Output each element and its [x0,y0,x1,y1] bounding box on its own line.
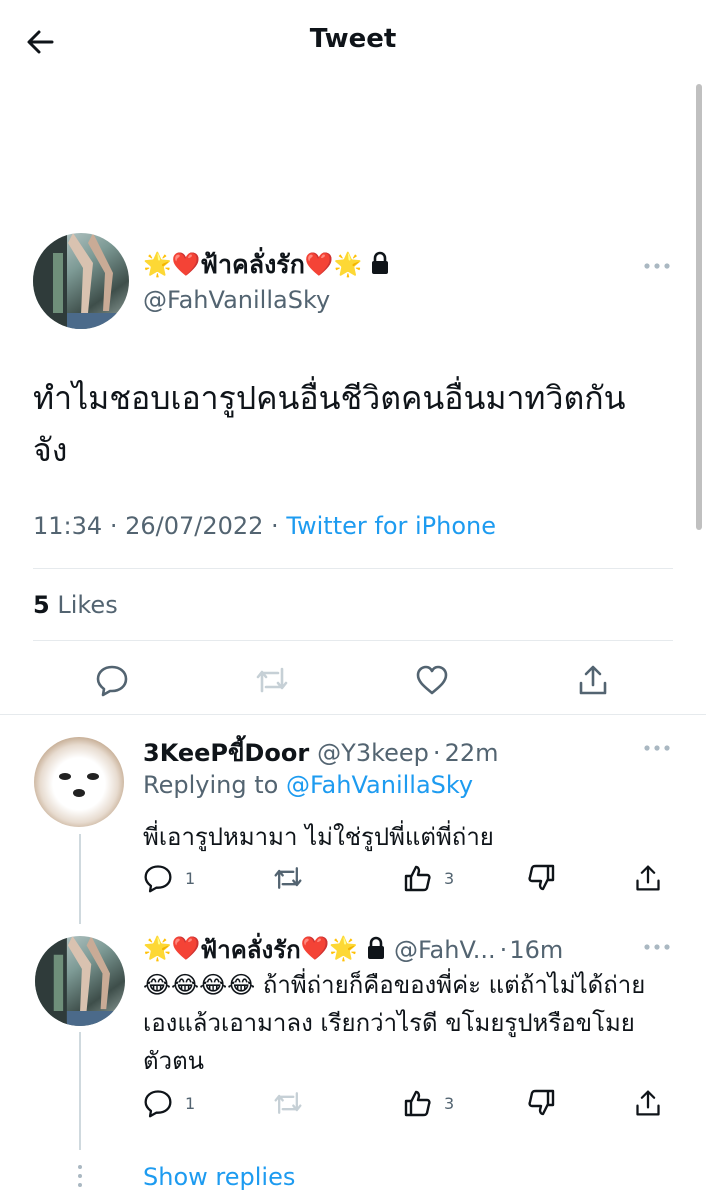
dot [78,1165,82,1169]
reply-header[interactable]: 3KeePขี้Door @Y3keep · 22m [143,733,498,772]
dislike-icon [528,864,555,891]
avatar-nose [73,789,85,797]
share-icon [636,865,660,891]
lock-icon [366,936,386,964]
reply-more-button[interactable] [640,937,674,957]
more-options-button[interactable] [640,256,674,276]
lock-icon [370,251,390,279]
scrollbar[interactable] [696,84,702,530]
author-handle[interactable]: @FahVanillaSky [143,286,330,314]
reply-reply-button[interactable]: 1 [143,863,195,893]
likes-label: Likes [57,591,118,619]
thread-continuation-dots [77,1165,83,1187]
retweet-icon [274,1092,302,1114]
retweet-icon [256,667,288,693]
reply-icon [144,1090,172,1118]
reply-icon [144,865,172,893]
share-icon [636,1090,660,1116]
author-name-row[interactable]: 🌟❤️ ฟ้าคลั่งรัก ❤️🌟 [143,245,390,285]
reply-button[interactable] [92,660,132,700]
name-emoji-prefix: 🌟❤️ [143,251,201,278]
tweet-time: 11:34 [33,512,103,540]
name-emoji-suffix: ❤️🌟 [304,251,363,278]
share-button[interactable] [573,660,613,700]
retweet-icon [274,867,302,889]
reply-text: 😂😂😂😂 ถ้าพี่ถ่ายก็คือของพี่ค่ะ แต่ถ้าไม่ไ… [143,966,663,1080]
more-icon [644,745,670,751]
retweet-button[interactable] [252,660,292,700]
likes-count: 5 [33,591,50,619]
like-button[interactable] [412,660,452,700]
reply-like-button[interactable]: 3 [402,863,454,893]
more-icon [644,263,670,269]
reply-header[interactable]: 🌟❤️ ฟ้าคลั่งรัก ❤️🌟 @FahV... · 16m [143,930,563,969]
dislike-icon [528,1089,555,1116]
replying-label: Replying to [143,771,279,799]
reply-icon [96,665,128,697]
meta-separator: · [432,739,441,767]
reply-handle[interactable]: @FahV... [394,936,496,964]
reply-retweet-button[interactable] [272,1088,304,1118]
thumbs-up-icon [404,865,431,892]
reply-share-button[interactable] [634,1088,662,1118]
show-replies-link[interactable]: Show replies [143,1163,295,1191]
reply-avatar[interactable] [34,737,124,827]
top-bar: Tweet [0,0,706,84]
tweet-text: ทำไมชอบเอารูปคนอื่นชีวิตคนอื่นมาทวิตกันจ… [33,379,626,469]
reply-handle[interactable]: @Y3keep [317,739,429,767]
meta-separator: · [271,512,287,540]
reply-emoji: 😂😂😂😂 [143,971,256,999]
divider [0,714,706,715]
more-icon [644,944,670,950]
reply-dislike-button[interactable] [527,863,557,893]
like-icon [416,665,448,695]
reply-reply-button[interactable]: 1 [143,1088,195,1118]
avatar-image [35,936,125,1026]
likes-stat[interactable]: 5 Likes [33,591,118,619]
avatar-image [33,233,129,329]
reply-dislike-button[interactable] [527,1088,557,1118]
thumbs-up-icon [404,1090,431,1117]
reply-share-button[interactable] [634,863,662,893]
avatar-eye [59,773,71,780]
meta-separator: · [499,935,508,964]
tweet-meta: 11:34 · 26/07/2022 · Twitter for iPhone [33,512,496,540]
author-display-name[interactable]: ฟ้าคลั่งรัก [200,245,305,285]
reply-text: พี่เอารูปหมามา ไม่ใช่รูปพี่แต่พี่ถ่าย [143,823,494,851]
reply-more-button[interactable] [640,738,674,758]
share-icon [579,665,607,695]
reply-display-name[interactable]: 3KeePขี้Door [143,733,309,772]
thread-line [79,1032,81,1150]
thread-line [79,834,81,924]
name-emoji-prefix: 🌟❤️ [143,936,201,962]
reply-time: 16m [509,935,564,964]
meta-separator: · [109,512,126,540]
dot [78,1174,82,1178]
tweet-source-link[interactable]: Twitter for iPhone [286,512,496,540]
reply-like-count: 3 [444,868,455,888]
tweet-date: 26/07/2022 [125,512,264,540]
reply-like-count: 3 [444,1093,455,1113]
reply-like-button[interactable]: 3 [402,1088,454,1118]
reply-count: 1 [185,868,196,888]
replying-to-mention[interactable]: @FahVanillaSky [286,771,473,799]
reply-time: 22m [444,739,499,767]
divider [33,568,673,569]
dot [78,1183,82,1187]
replying-to: Replying to @FahVanillaSky [143,771,473,799]
page-title: Tweet [309,24,397,54]
name-emoji-suffix: ❤️🌟 [300,936,358,962]
reply-display-name[interactable]: ฟ้าคลั่งรัก [200,930,300,969]
avatar-eye [87,773,99,780]
author-avatar[interactable] [33,233,129,329]
reply-count: 1 [185,1093,196,1113]
divider [33,640,673,641]
reply-avatar[interactable] [35,936,125,1026]
reply-retweet-button[interactable] [272,863,304,893]
